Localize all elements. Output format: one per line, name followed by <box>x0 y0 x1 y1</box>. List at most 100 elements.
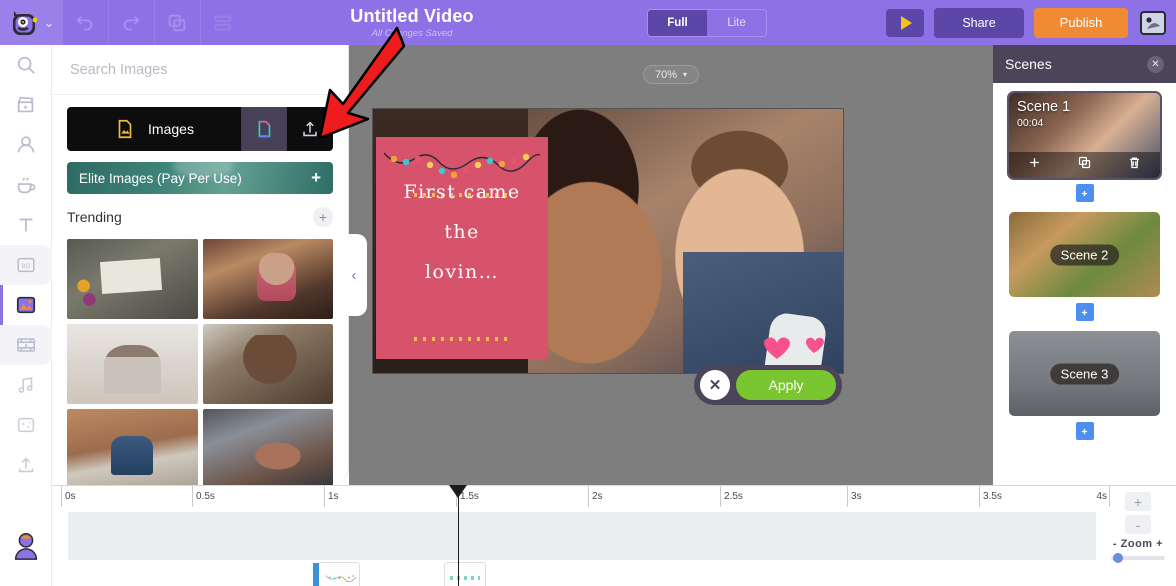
ruler-tick: 0s <box>65 491 76 502</box>
images-tab-button[interactable]: Images <box>67 107 241 151</box>
hearts-sticker-icon <box>764 337 824 359</box>
ruler-tick: 2.5s <box>724 491 743 502</box>
sidebar-item-templates[interactable] <box>0 85 52 125</box>
canvas-zoom-selector[interactable]: 70% ▾ <box>642 65 700 84</box>
scene-card[interactable]: Scene 2 <box>1009 212 1160 297</box>
timeline-clip[interactable] <box>313 562 360 586</box>
effects-icon <box>17 417 35 433</box>
duplicate-button[interactable] <box>154 0 200 45</box>
undo-button[interactable] <box>62 0 108 45</box>
image-thumbnail[interactable] <box>202 239 333 319</box>
mode-toggle[interactable]: Full Lite <box>647 8 767 37</box>
zoom-slider-knob[interactable] <box>1113 553 1123 563</box>
account-avatar-icon <box>14 533 38 560</box>
clip-thumbnail-dots-icon <box>450 576 480 580</box>
image-thumbnail[interactable] <box>202 324 333 404</box>
text-card-overlay[interactable]: First came the lovin… <box>376 137 548 359</box>
zoom-label-row: - Zoom + <box>1106 538 1170 550</box>
video-stage[interactable]: First came the lovin… <box>373 109 843 373</box>
insert-scene-button[interactable] <box>1075 184 1094 202</box>
scene-actions <box>1009 152 1160 178</box>
scene-label: Scene 2 <box>1049 244 1120 265</box>
redo-icon <box>123 15 140 30</box>
zoom-label: Zoom <box>1120 538 1153 550</box>
undo-icon <box>76 15 93 30</box>
timeline-zoom-controls: + - - Zoom + <box>1106 492 1170 563</box>
clip-drag-handle[interactable] <box>313 563 319 586</box>
images-tab-label: Images <box>148 121 194 137</box>
sidebar-item-effects[interactable] <box>0 405 52 445</box>
music-icon <box>18 377 33 393</box>
user-avatar-icon <box>1140 10 1166 35</box>
add-scene-icon <box>1081 428 1088 434</box>
timeline-playhead[interactable] <box>449 485 467 586</box>
scenes-header: Scenes ✕ <box>993 45 1176 83</box>
sidebar-item-music[interactable] <box>0 365 52 405</box>
timeline-body <box>52 507 1176 586</box>
apply-toolbar: ✕ Apply <box>694 365 842 405</box>
image-thumbnail[interactable] <box>202 409 333 489</box>
redo-button[interactable] <box>108 0 154 45</box>
annotation-red-arrow <box>318 26 406 140</box>
insert-scene-button[interactable] <box>1075 422 1094 440</box>
duplicate-scene-icon[interactable] <box>1077 155 1092 175</box>
image-thumbnail[interactable] <box>67 239 198 319</box>
share-button[interactable]: Share <box>934 7 1024 38</box>
scene-card[interactable]: Scene 3 <box>1009 331 1160 416</box>
add-scene-icon <box>1081 190 1088 196</box>
timeline-track[interactable] <box>68 512 1096 560</box>
preview-play-button[interactable] <box>886 8 924 37</box>
sidebar-item-characters[interactable] <box>0 125 52 165</box>
sidebar-item-props[interactable] <box>0 165 52 205</box>
sidebar-item-upload[interactable] <box>0 445 52 485</box>
close-scenes-button[interactable]: ✕ <box>1147 55 1164 73</box>
props-icon <box>17 177 36 194</box>
sidebar-item-bg[interactable]: BG <box>0 245 52 285</box>
layers-button[interactable] <box>200 0 246 45</box>
user-avatar-button[interactable] <box>1138 9 1168 37</box>
sidebar-item-search[interactable] <box>0 45 52 85</box>
upload-icon <box>18 457 34 473</box>
brand-assets-button[interactable] <box>241 107 287 151</box>
scene-label: Scene 1 <box>1017 99 1071 115</box>
search-input[interactable]: Search Images <box>70 62 168 78</box>
sidebar-item-video[interactable] <box>0 325 52 365</box>
add-scene-icon[interactable] <box>1027 155 1042 175</box>
layers-icon <box>214 15 232 30</box>
account-button[interactable] <box>0 530 52 562</box>
collapse-panel-button[interactable]: ‹ <box>341 234 367 316</box>
character-icon <box>17 136 35 153</box>
zoom-out-button[interactable]: - <box>1125 515 1151 534</box>
insert-scene-button[interactable] <box>1075 303 1094 321</box>
canvas-area: 70% ▾ First came the lovin… ✕ Apply <box>349 45 993 485</box>
trending-add-button[interactable]: + <box>313 207 333 227</box>
image-thumbnail[interactable] <box>67 409 198 489</box>
cancel-button[interactable]: ✕ <box>700 370 730 400</box>
publish-button[interactable]: Publish <box>1034 7 1128 38</box>
timeline-ruler[interactable]: 0s 0.5s 1s 1.5s 2s 2.5s 3s 3.5s 4s <box>52 485 1176 508</box>
mode-full-button[interactable]: Full <box>648 9 707 36</box>
scene-card[interactable]: Scene 1 00:04 <box>1007 91 1162 180</box>
elite-images-banner[interactable]: Elite Images (Pay Per Use) + <box>67 162 333 194</box>
delete-scene-icon[interactable] <box>1127 155 1142 175</box>
ruler-tick: 2s <box>592 491 603 502</box>
close-x-icon: ✕ <box>1151 58 1160 70</box>
app-logo-button[interactable]: ⌄ <box>0 0 62 45</box>
timeline-clip[interactable] <box>444 562 486 586</box>
svg-text:BG: BG <box>21 263 30 270</box>
zoom-slider[interactable] <box>1111 553 1165 563</box>
sidebar-item-text[interactable] <box>0 205 52 245</box>
sidebar-item-images[interactable] <box>0 285 52 325</box>
header-actions: Share Publish <box>886 0 1168 45</box>
ruler-tick: 1s <box>328 491 339 502</box>
apply-button[interactable]: Apply <box>736 370 836 400</box>
app-header: ⌄ Untitled Video All Changes Saved Full … <box>0 0 1176 45</box>
scenes-panel: Scenes ✕ Scene 1 00:04 Scene 2 Scene 3 <box>993 45 1176 485</box>
trending-label: Trending <box>67 209 122 225</box>
zoom-in-button[interactable]: + <box>1125 492 1151 511</box>
elite-add-icon[interactable]: + <box>311 168 321 188</box>
mode-lite-button[interactable]: Lite <box>707 10 766 36</box>
add-scene-icon <box>1081 309 1088 315</box>
scenes-list: Scene 1 00:04 Scene 2 Scene 3 <box>993 83 1176 440</box>
image-thumbnail[interactable] <box>67 324 198 404</box>
